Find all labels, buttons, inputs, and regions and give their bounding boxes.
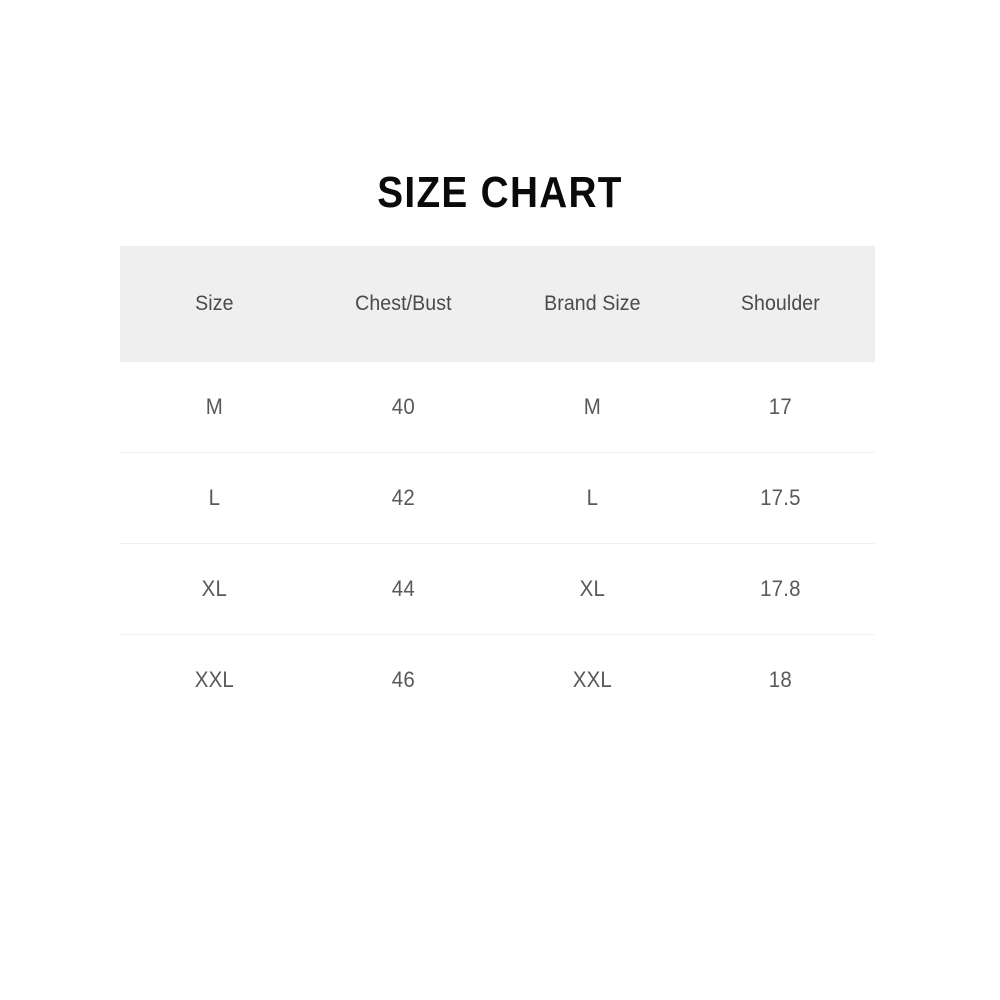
column-header-size: Size: [195, 292, 234, 315]
cell-size: XL: [126, 543, 303, 635]
page-title: SIZE CHART: [377, 168, 623, 217]
cell-shoulder: 17: [692, 362, 869, 453]
cell-chest-bust: 40: [315, 362, 491, 453]
cell-brand-size: XL: [504, 543, 680, 635]
cell-size: L: [126, 452, 303, 544]
cell-chest-bust: 46: [315, 634, 491, 725]
table-header-row: Size Chest/Bust Brand Size Shoulder: [120, 246, 875, 362]
table-header: Size Chest/Bust Brand Size Shoulder: [120, 246, 875, 362]
cell-shoulder: 18: [692, 634, 869, 725]
column-header-shoulder: Shoulder: [741, 292, 821, 315]
cell-shoulder: 17.5: [692, 452, 869, 544]
column-header-brand-size: Brand Size: [543, 292, 641, 315]
cell-size: XXL: [126, 634, 303, 725]
column-header-chest-bust: Chest/Bust: [354, 292, 452, 315]
cell-brand-size: M: [504, 362, 680, 453]
cell-chest-bust: 42: [315, 452, 491, 544]
cell-chest-bust: 44: [315, 543, 491, 635]
cell-brand-size: L: [504, 452, 680, 544]
cell-brand-size: XXL: [504, 634, 680, 725]
cell-shoulder: 17.8: [692, 543, 869, 635]
table-row: L 42 L 17.5: [120, 452, 875, 544]
table-body: M 40 M 17 L 42 L 17.5 XL 44 XL 17.8 XXL …: [120, 362, 875, 725]
cell-size: M: [126, 362, 303, 453]
size-chart-table: Size Chest/Bust Brand Size Shoulder M 40…: [120, 246, 875, 725]
table-row: M 40 M 17: [120, 362, 875, 453]
table-row: XXL 46 XXL 18: [120, 634, 875, 725]
table-row: XL 44 XL 17.8: [120, 543, 875, 635]
